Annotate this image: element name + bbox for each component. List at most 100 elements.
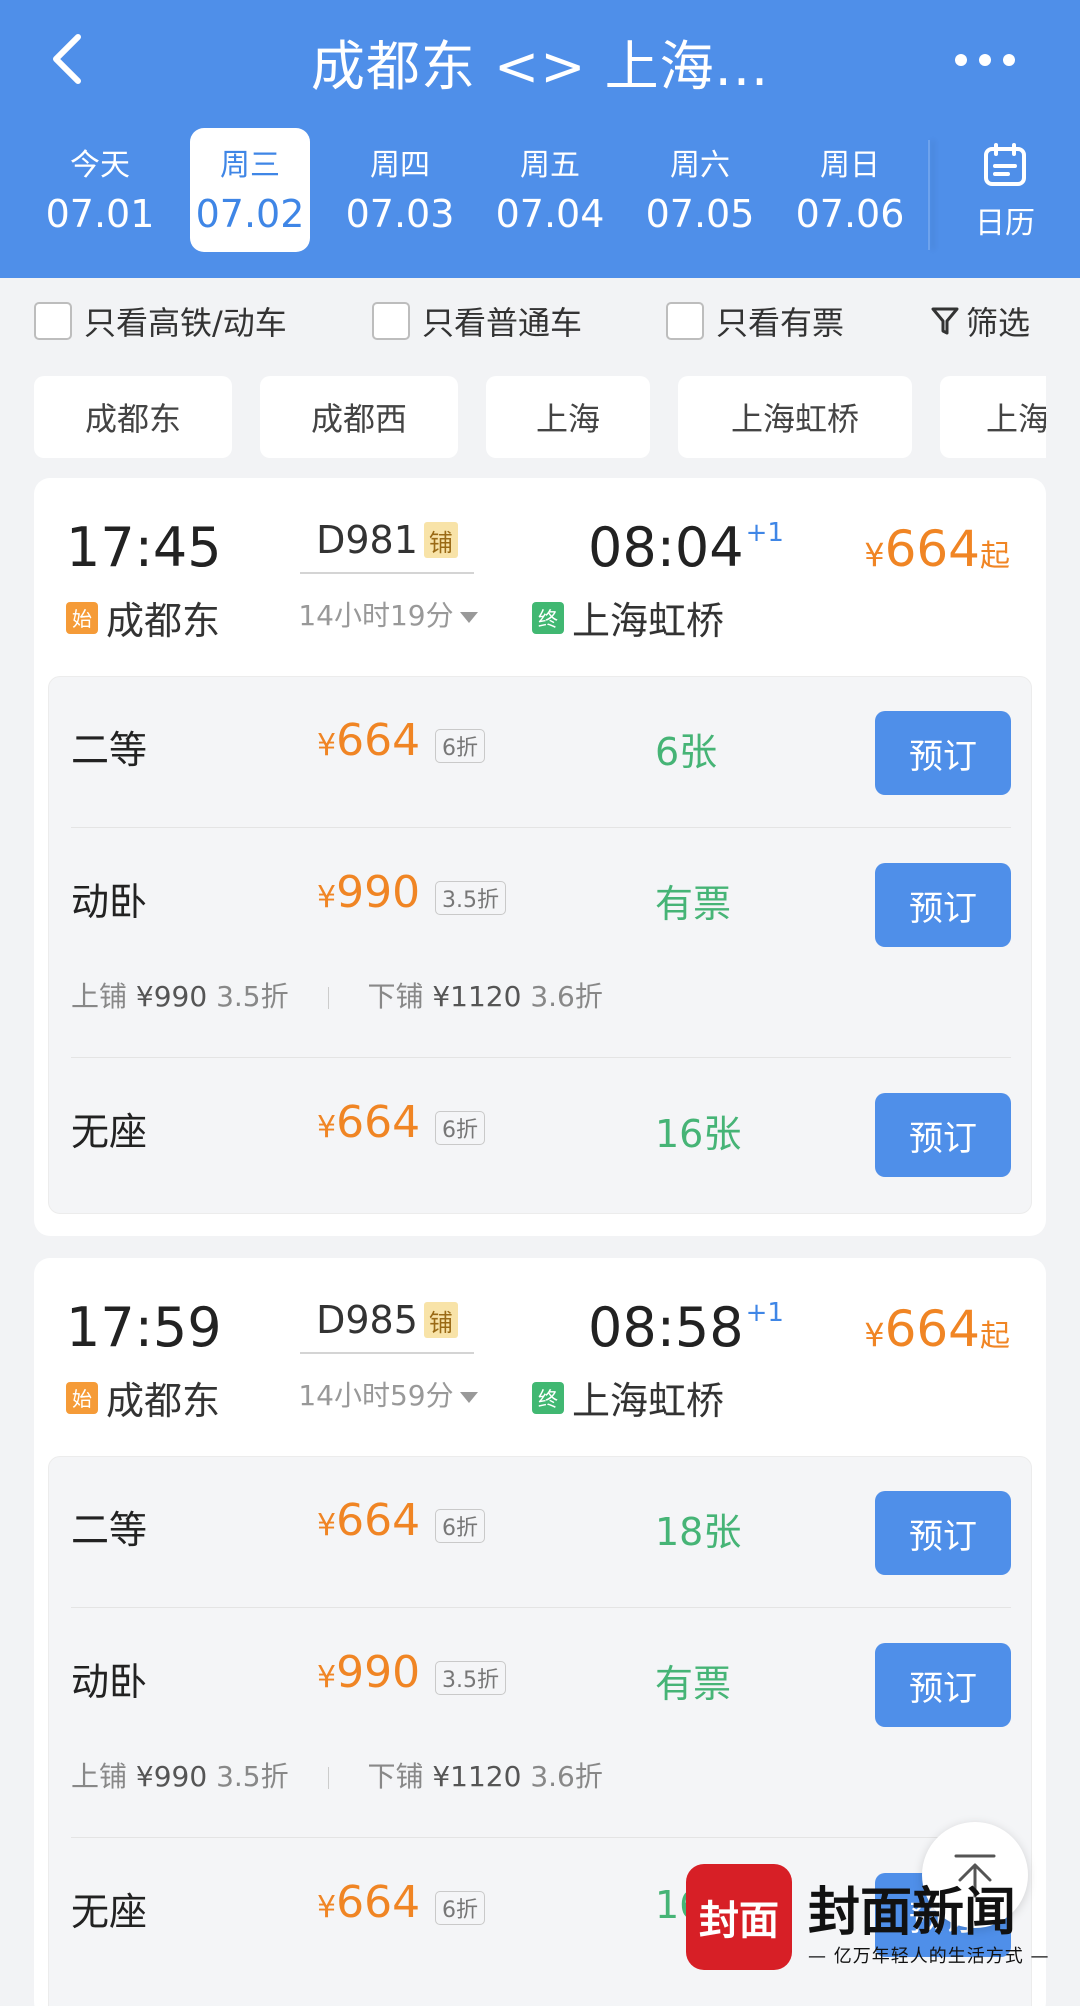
lower-berth-discount: 3.6折 — [530, 1760, 603, 1793]
duration[interactable]: 14小时59分 — [288, 1374, 488, 1414]
seat-name: 二等 — [71, 1508, 148, 1552]
date-tab-0703[interactable]: 周四 07.03 — [340, 128, 460, 252]
start-tag: 始 — [66, 1381, 98, 1414]
ticket-count: 18张 — [655, 1510, 742, 1554]
train-number-text: D981 — [316, 518, 418, 562]
date-tab-0705[interactable]: 周六 07.05 — [640, 128, 760, 252]
checkbox[interactable] — [34, 302, 72, 340]
seat-list: 二等 ¥664 6折 6张 预订 动卧 ¥990 3.5折 有票 预订 上铺 ¥… — [48, 676, 1032, 1214]
seat-name: 无座 — [71, 1110, 148, 1154]
min-price-suffix: 起 — [980, 539, 1010, 574]
train-number[interactable]: D981 铺 — [300, 518, 474, 574]
duration-text: 14小时59分 — [298, 1379, 454, 1412]
currency-symbol: ¥ — [317, 1508, 337, 1543]
currency-symbol: ¥ — [317, 1660, 337, 1695]
sift-button[interactable]: 筛选 — [930, 296, 1030, 346]
book-button[interactable]: 预订 — [875, 1643, 1011, 1727]
seat-name: 动卧 — [71, 880, 148, 924]
discount-badge: 6折 — [435, 1509, 485, 1543]
back-button[interactable] — [36, 24, 96, 94]
watermark-slogan: — 亿万年轻人的生活方式 — — [808, 1946, 1050, 1967]
lower-berth-label: 下铺 — [367, 1760, 424, 1793]
filter-high-speed[interactable]: 只看高铁/动车 — [34, 296, 287, 346]
filter-available[interactable]: 只看有票 — [666, 296, 844, 346]
berth-separator — [327, 1767, 329, 1789]
min-price-suffix: 起 — [980, 1319, 1010, 1354]
date-tab-date: 07.03 — [345, 192, 455, 236]
checkbox[interactable] — [666, 302, 704, 340]
min-price-value: 664 — [884, 520, 980, 578]
upper-berth-discount: 3.5折 — [216, 980, 289, 1013]
station-name: 上海虹桥 — [572, 599, 725, 643]
book-button[interactable]: 预订 — [875, 711, 1011, 795]
date-tab-0706[interactable]: 周日 07.06 — [790, 128, 910, 252]
dropdown-triangle-icon — [459, 1391, 478, 1403]
more-button[interactable] — [930, 28, 1040, 92]
filter-bar: 只看高铁/动车 只看普通车 只看有票 筛选 — [0, 278, 1080, 364]
filter-label: 只看有票 — [716, 304, 845, 342]
filter-normal-train[interactable]: 只看普通车 — [372, 296, 582, 346]
calendar-button[interactable]: 日历 — [945, 142, 1065, 252]
divider — [71, 1837, 1011, 1838]
page-title[interactable]: 成都东 <> 上海... — [200, 22, 880, 101]
next-day-indicator: +1 — [745, 518, 784, 548]
book-button[interactable]: 预订 — [875, 1491, 1011, 1575]
date-tab-weekday: 周日 — [820, 148, 880, 183]
duration[interactable]: 14小时19分 — [288, 594, 488, 634]
station-name: 上海虹桥 — [572, 1379, 725, 1423]
seat-price-value: 990 — [336, 1647, 421, 1698]
ticket-count: 16张 — [655, 1112, 742, 1156]
station-chip[interactable]: 上海 — [486, 376, 650, 458]
date-tab-date: 07.05 — [645, 192, 755, 236]
arrival-time-text: 08:04 — [588, 516, 744, 579]
seat-row-sleeper: 动卧 ¥990 3.5折 有票 预订 — [49, 851, 1033, 947]
lower-berth-price: ¥1120 — [432, 980, 522, 1013]
seat-row-sleeper: 动卧 ¥990 3.5折 有票 预订 — [49, 1631, 1033, 1727]
date-tab-0704[interactable]: 周五 07.04 — [490, 128, 610, 252]
date-tab-date: 07.01 — [45, 192, 155, 236]
seat-price-value: 664 — [336, 1495, 421, 1546]
min-price-value: 664 — [884, 1300, 980, 1358]
seat-price: ¥990 — [317, 867, 420, 918]
upper-berth-label: 上铺 — [71, 980, 128, 1013]
upper-berth-price: ¥990 — [135, 1760, 208, 1793]
departure-time: 17:59 — [66, 1296, 222, 1359]
station-name: 成都东 — [106, 1379, 221, 1423]
arrival-time-text: 08:58 — [588, 1296, 744, 1359]
seat-price: ¥990 — [317, 1647, 420, 1698]
seat-price: ¥664 — [317, 1097, 420, 1148]
station-chip[interactable]: 成都东 — [34, 376, 232, 458]
date-tabs: 今天 07.01 周三 07.02 周四 07.03 周五 07.04 周六 0… — [0, 128, 930, 252]
discount-badge: 3.5折 — [435, 881, 506, 915]
seat-row-no-seat: 无座 ¥664 6折 16张 预订 — [49, 1081, 1033, 1177]
seat-price: ¥664 — [317, 715, 420, 766]
station-chip[interactable]: 上海虹桥 — [678, 376, 912, 458]
divider — [71, 1607, 1011, 1608]
book-button[interactable]: 预订 — [875, 863, 1011, 947]
discount-badge: 6折 — [435, 729, 485, 763]
train-number[interactable]: D985 铺 — [300, 1298, 474, 1354]
station-chip[interactable]: 上海 — [940, 376, 1046, 458]
train-number-text: D985 — [316, 1298, 418, 1342]
arrival-station: 终 上海虹桥 — [532, 1370, 724, 1425]
divider — [71, 1057, 1011, 1058]
date-tab-0701[interactable]: 今天 07.01 — [40, 128, 160, 252]
calendar-icon — [984, 143, 1026, 186]
currency-symbol: ¥ — [864, 536, 885, 574]
book-button[interactable]: 预订 — [875, 1093, 1011, 1177]
watermark-name: 封面新闻 — [808, 1882, 1017, 1943]
upper-berth-discount: 3.5折 — [216, 1760, 289, 1793]
sleeper-badge: 铺 — [423, 522, 458, 558]
checkbox[interactable] — [372, 302, 410, 340]
discount-badge: 6折 — [435, 1111, 485, 1145]
seat-price-value: 664 — [336, 1877, 421, 1928]
station-chip[interactable]: 成都西 — [260, 376, 458, 458]
lower-berth-price: ¥1120 — [432, 1760, 522, 1793]
watermark-logo: 封面 — [686, 1864, 792, 1970]
more-dots-icon — [955, 54, 967, 66]
train-card[interactable]: 17:45 始 成都东 D981 铺 14小时19分 08:04+1 终 上海虹… — [34, 478, 1046, 1236]
currency-symbol: ¥ — [317, 1890, 337, 1925]
ticket-count: 有票 — [655, 882, 732, 926]
date-tab-0702[interactable]: 周三 07.02 — [190, 128, 310, 252]
departure-station: 始 成都东 — [66, 590, 220, 645]
